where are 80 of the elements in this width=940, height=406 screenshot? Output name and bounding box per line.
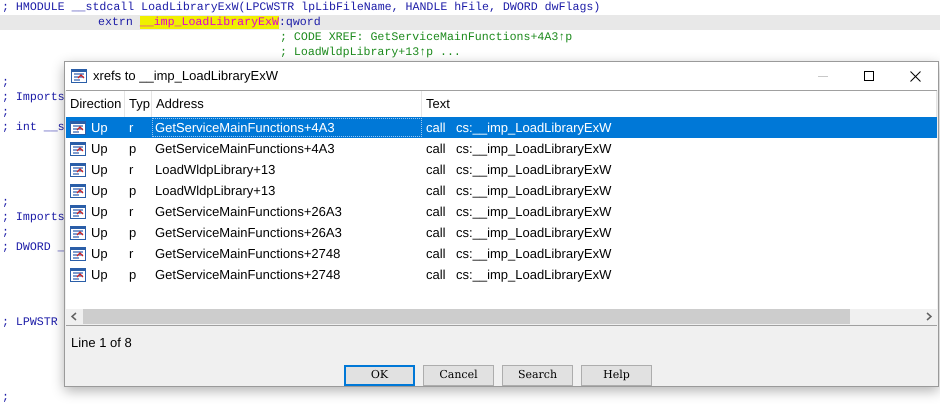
address-cell-text: GetServiceMainFunctions+26A3	[154, 224, 343, 242]
xref-row[interactable]: Up p LoadWldpLibrary+13 call cs:__imp_LoadLibraryExW	[66, 180, 937, 201]
address-cell-text: GetServiceMainFunctions+4A3	[154, 140, 336, 158]
xref-icon	[70, 246, 86, 260]
direction-cell-text: Up	[91, 182, 108, 200]
address-cell-text: GetServiceMainFunctions+26A3	[154, 202, 343, 221]
xref-icon	[70, 184, 86, 198]
type-cell-text: p	[128, 182, 138, 200]
operand-cell-text: cs:__imp_LoadLibraryExW	[456, 244, 612, 263]
code-text: ; int __s	[2, 121, 65, 134]
operand-cell-text: cs:__imp_LoadLibraryExW	[456, 160, 612, 179]
operand-cell-text: cs:__imp_LoadLibraryExW	[456, 140, 612, 158]
operand-cell-text: cs:__imp_LoadLibraryExW	[456, 118, 612, 137]
operand-cell-text: cs:__imp_LoadLibraryExW	[456, 182, 612, 200]
operand-cell-text: cs:__imp_LoadLibraryExW	[456, 224, 612, 242]
address-cell-text: GetServiceMainFunctions+2748	[154, 266, 342, 284]
type-cell-text: p	[128, 140, 138, 158]
type-cell-text: r	[128, 118, 134, 137]
type-cell-text: r	[128, 202, 134, 221]
instruction-cell-text: call	[425, 118, 447, 137]
xref-row[interactable]: Up r GetServiceMainFunctions+4A3 call cs:__imp_LoadLibraryExW	[66, 117, 937, 138]
code-text: ; Imports	[2, 91, 65, 104]
direction-cell-text: Up	[91, 118, 108, 137]
dialog-button[interactable]: OK	[344, 365, 415, 386]
code-text: ; LPWSTR	[2, 316, 58, 329]
xref-icon	[70, 268, 86, 282]
xref-row[interactable]: Up p GetServiceMainFunctions+4A3 call cs:__imp_LoadLibraryExW	[66, 138, 937, 159]
code-text: ;	[2, 76, 9, 89]
direction-cell-text: Up	[91, 140, 108, 158]
instruction-cell-text: call	[425, 182, 447, 200]
instruction-cell-text: call	[425, 244, 447, 263]
xref-row[interactable]: Up r GetServiceMainFunctions+26A3 call cs:__imp_LoadLibraryExW	[66, 201, 937, 222]
xref-row[interactable]: Up r LoadWldpLibrary+13 call cs:__imp_LoadLibraryExW	[66, 159, 937, 180]
instruction-cell-text: call	[425, 160, 447, 179]
instruction-cell-text: call	[425, 266, 447, 284]
xref-icon	[70, 120, 86, 134]
dialog-button[interactable]: Help	[581, 365, 652, 386]
code-text: ; Imports	[2, 211, 65, 224]
code-text: :qword	[278, 16, 321, 29]
address-cell-text: GetServiceMainFunctions+2748	[154, 244, 342, 263]
code-text: ;	[2, 106, 9, 119]
code-text: ;	[2, 391, 9, 404]
xref-row[interactable]: Up p GetServiceMainFunctions+2748 call cs:__imp_LoadLibraryExW	[66, 264, 937, 285]
scrollbar-thumb[interactable]	[83, 309, 850, 324]
code-text: ; HMODULE __stdcall LoadLibraryExW(LPCWSTR lpLibFileName, HANDLE hFile, DWORD dwFlags)	[2, 1, 600, 14]
window-title: xrefs to __imp_LoadLibraryExW	[93, 67, 278, 86]
instruction-cell-text: call	[425, 224, 447, 242]
status-text: Line 1 of 8	[71, 334, 133, 352]
window-icon	[71, 69, 87, 83]
type-cell-text: p	[128, 224, 138, 242]
xref-row[interactable]: Up p GetServiceMainFunctions+26A3 call cs:__imp_LoadLibraryExW	[66, 222, 937, 243]
xref-icon	[70, 142, 86, 156]
type-cell-text: p	[128, 266, 138, 284]
xref-icon	[70, 226, 86, 240]
code-text: extrn	[98, 16, 134, 29]
code-text: ; CODE XREF: GetServiceMainFunctions+4A3↑p	[280, 31, 572, 44]
code-text: ; LoadWldpLibrary+13↑p ...	[280, 46, 461, 59]
dialog-button[interactable]: Cancel	[423, 365, 494, 386]
direction-cell-text: Up	[91, 244, 108, 263]
xref-icon	[70, 204, 86, 218]
address-cell-text: LoadWldpLibrary+13	[154, 182, 276, 200]
instruction-cell-text: call	[425, 202, 447, 221]
xref-icon	[70, 162, 86, 176]
direction-cell-text: Up	[91, 160, 108, 179]
direction-cell-text: Up	[91, 202, 108, 221]
code-text: ;	[2, 196, 9, 209]
code-text: ;	[2, 226, 9, 239]
operand-cell-text: cs:__imp_LoadLibraryExW	[456, 202, 612, 221]
address-cell-text: LoadWldpLibrary+13	[154, 160, 276, 179]
address-cell: GetServiceMainFunctions+4A3	[152, 118, 422, 138]
close-icon	[910, 70, 920, 82]
operand-cell-text: cs:__imp_LoadLibraryExW	[456, 266, 612, 284]
direction-cell-text: Up	[91, 266, 108, 284]
horizontal-scrollbar[interactable]	[66, 308, 937, 326]
dialog-button[interactable]: Search	[502, 365, 573, 386]
direction-cell-text: Up	[91, 224, 108, 242]
type-cell-text: r	[128, 244, 134, 263]
type-cell-text: r	[128, 160, 134, 179]
xref-row[interactable]: Up r GetServiceMainFunctions+2748 call cs:__imp_LoadLibraryExW	[66, 243, 937, 264]
instruction-cell-text: call	[425, 140, 447, 158]
